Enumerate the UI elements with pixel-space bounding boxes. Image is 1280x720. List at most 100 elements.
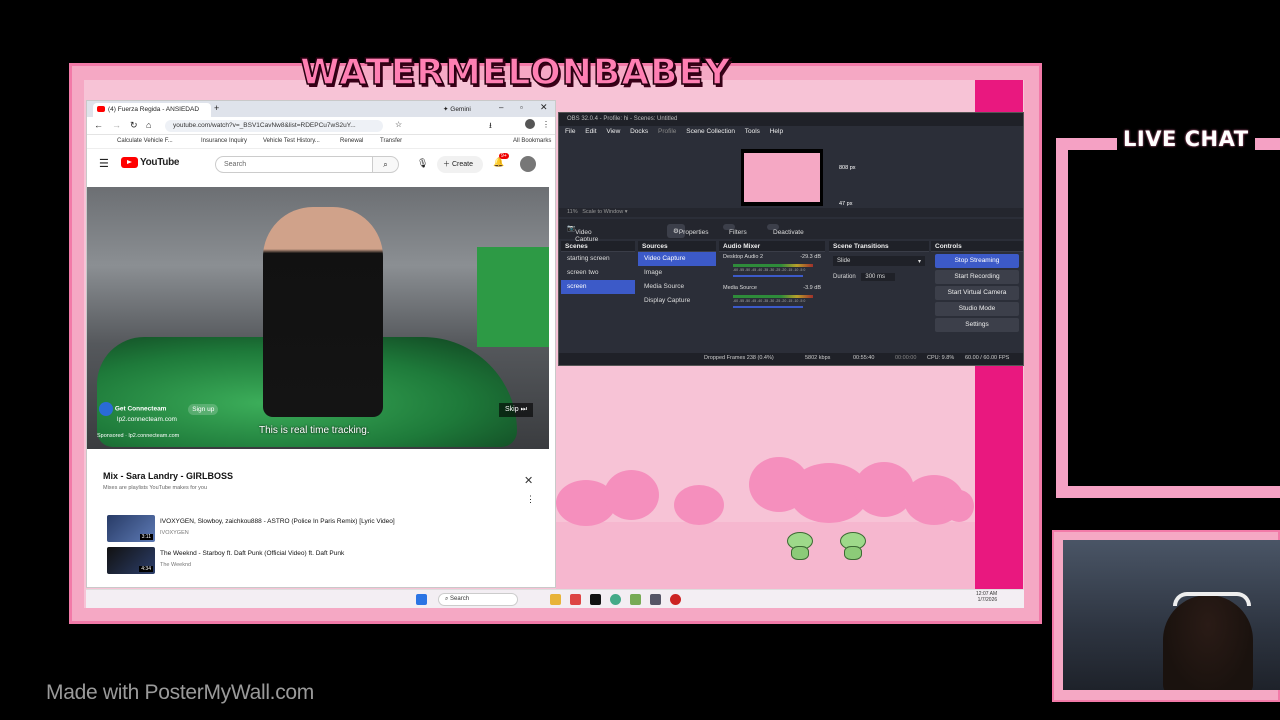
- forward-icon[interactable]: →: [112, 120, 121, 130]
- zoom-bar: 11% Scale to Window ▾: [559, 208, 1023, 217]
- search-input[interactable]: Search: [215, 156, 373, 173]
- back-icon[interactable]: ←: [94, 120, 103, 130]
- start-icon[interactable]: [416, 594, 427, 605]
- video-player[interactable]: Get Connecteam Sign up lp2.connecteam.co…: [87, 187, 549, 449]
- sources-dock: Sources Video Capture Image Media Source…: [638, 241, 716, 353]
- app-icon[interactable]: [570, 594, 581, 605]
- bookmark-item[interactable]: Calculate Vehicle F...: [117, 138, 173, 144]
- address-bar-row: ← → ↻ ⌂ youtube.com/watch?v=_BSV1CavNw8&…: [87, 117, 555, 135]
- dock-title: Scenes: [561, 241, 635, 252]
- headphones: [1173, 592, 1251, 606]
- ad-logo: [99, 402, 113, 416]
- bookmark-item[interactable]: Transfer: [380, 138, 402, 144]
- menu-file[interactable]: File: [565, 128, 575, 135]
- youtube-logo[interactable]: YouTube: [121, 157, 180, 168]
- close-icon[interactable]: ✕: [540, 102, 548, 113]
- source-item[interactable]: Video Capture: [638, 252, 716, 266]
- tree: [604, 470, 659, 520]
- bookmarks-bar: Calculate Vehicle F... Insurance Inquiry…: [87, 135, 555, 149]
- tab-title: (4) Fuerza Regida - ANSIEDAD: [108, 106, 200, 113]
- start-recording-button[interactable]: Start Recording: [935, 270, 1019, 284]
- profile-avatar[interactable]: [525, 119, 535, 129]
- app-icon[interactable]: [650, 594, 661, 605]
- menu-view[interactable]: View: [606, 128, 620, 135]
- tiktok-icon[interactable]: [590, 594, 601, 605]
- taskbar-search[interactable]: ⌕ Search: [438, 593, 518, 606]
- maximize-icon[interactable]: ▫: [520, 103, 523, 112]
- source-item[interactable]: Image: [638, 266, 716, 280]
- volume-slider[interactable]: [733, 275, 803, 277]
- ad-signup-button[interactable]: Sign up: [188, 403, 219, 415]
- menu-profile[interactable]: Profile: [658, 128, 676, 135]
- tab-strip: (4) Fuerza Regida - ANSIEDAD + ✦ Gemini …: [87, 101, 555, 117]
- app-icon[interactable]: [630, 594, 641, 605]
- streamer: [1163, 595, 1253, 690]
- chrome-icon[interactable]: [610, 594, 621, 605]
- meter-scale: -60 -55 -50 -45 -40 -35 -30 -25 -20 -15 …: [733, 299, 806, 303]
- scene-item[interactable]: screen: [561, 280, 635, 294]
- url-field[interactable]: youtube.com/watch?v=_BSV1CavNw8&list=RDE…: [165, 120, 383, 132]
- menu-tools[interactable]: Tools: [745, 128, 760, 135]
- browser-window: (4) Fuerza Regida - ANSIEDAD + ✦ Gemini …: [86, 100, 556, 588]
- virtual-camera-button[interactable]: Start Virtual Camera: [935, 286, 1019, 300]
- folder-icon[interactable]: [550, 594, 561, 605]
- transition-select[interactable]: Slide ▾: [833, 256, 925, 266]
- obs-icon[interactable]: [670, 594, 681, 605]
- star-icon[interactable]: ☆: [395, 120, 402, 129]
- bookmark-item[interactable]: Insurance Inquiry: [201, 138, 247, 144]
- preview-offset-label: 47 px: [839, 201, 853, 207]
- menu-icon[interactable]: ☰: [99, 157, 109, 170]
- browser-tab[interactable]: (4) Fuerza Regida - ANSIEDAD: [93, 103, 211, 117]
- close-icon[interactable]: ✕: [524, 474, 533, 487]
- create-button[interactable]: ＋ Create: [437, 156, 483, 173]
- settings-button[interactable]: Settings: [935, 318, 1019, 332]
- search-icon[interactable]: ⌕: [373, 156, 399, 173]
- cpu-usage: CPU: 9.8%: [927, 355, 955, 361]
- bookmark-item[interactable]: Renewal: [340, 138, 363, 144]
- properties-button[interactable]: ⚙ Properties: [667, 224, 708, 238]
- notification-badge: 9+: [499, 153, 509, 159]
- transitions-dock: Scene Transitions Slide ▾ Duration 300 m…: [829, 241, 929, 353]
- list-item[interactable]: 3:11 IVOXYGEN, Slowboy, zaichkou888 - AS…: [107, 515, 537, 543]
- minimize-icon[interactable]: –: [499, 103, 503, 112]
- mic-icon[interactable]: 🎙: [417, 158, 428, 169]
- volume-meter: [733, 264, 813, 267]
- preview-width-label: 808 px: [839, 165, 856, 171]
- studio-mode-button[interactable]: Studio Mode: [935, 302, 1019, 316]
- duration-field[interactable]: 300 ms: [861, 273, 896, 281]
- more-icon[interactable]: ⋮: [542, 120, 550, 129]
- more-icon[interactable]: ⋮: [526, 494, 535, 505]
- home-icon[interactable]: ⌂: [146, 120, 151, 130]
- bookmark-item[interactable]: Vehicle Test History...: [263, 138, 320, 144]
- deactivate-button[interactable]: Deactivate: [767, 224, 804, 236]
- skip-ad-button[interactable]: Skip ⏭: [499, 403, 533, 417]
- account-avatar[interactable]: [520, 156, 536, 172]
- menu-help[interactable]: Help: [770, 128, 783, 135]
- menu-docks[interactable]: Docks: [630, 128, 648, 135]
- menu-edit[interactable]: Edit: [585, 128, 596, 135]
- list-item[interactable]: 4:34 The Weeknd - Starboy ft. Daft Punk …: [107, 547, 537, 575]
- stop-streaming-button[interactable]: Stop Streaming: [935, 254, 1019, 268]
- gemini-button[interactable]: ✦ Gemini: [443, 105, 471, 113]
- obs-preview[interactable]: [741, 149, 823, 206]
- clock[interactable]: 12:07 AM 1/7/2026: [976, 591, 997, 603]
- obs-window: OBS 32.0.4 - Profile: hi - Scenes: Untit…: [558, 112, 1024, 366]
- video-scene: [477, 247, 549, 347]
- filters-button[interactable]: Filters: [723, 224, 747, 236]
- new-tab-icon[interactable]: +: [214, 103, 219, 113]
- download-icon[interactable]: ⭳: [489, 120, 492, 134]
- source-item[interactable]: Media Source: [638, 280, 716, 294]
- all-bookmarks[interactable]: All Bookmarks: [513, 138, 551, 144]
- ad-info[interactable]: Get Connecteam Sign up lp2.connecteam.co…: [99, 402, 219, 423]
- youtube-favicon-icon: [97, 106, 105, 113]
- reload-icon[interactable]: ↻: [130, 120, 138, 131]
- source-item[interactable]: Display Capture: [638, 294, 716, 308]
- scene-item[interactable]: starting screen: [561, 252, 635, 266]
- menu-scene-collection[interactable]: Scene Collection: [686, 128, 735, 135]
- tree: [674, 485, 724, 525]
- scene-item[interactable]: screen two: [561, 266, 635, 280]
- volume-slider[interactable]: [733, 306, 803, 308]
- youtube-header: ☰ YouTube Search ⌕ 🎙 ＋ Create 🔔 9+: [87, 149, 555, 179]
- frog-character: [840, 532, 866, 562]
- mix-playlist-panel: Mix - Sara Landry - GIRLBOSS Mixes are p…: [87, 451, 549, 587]
